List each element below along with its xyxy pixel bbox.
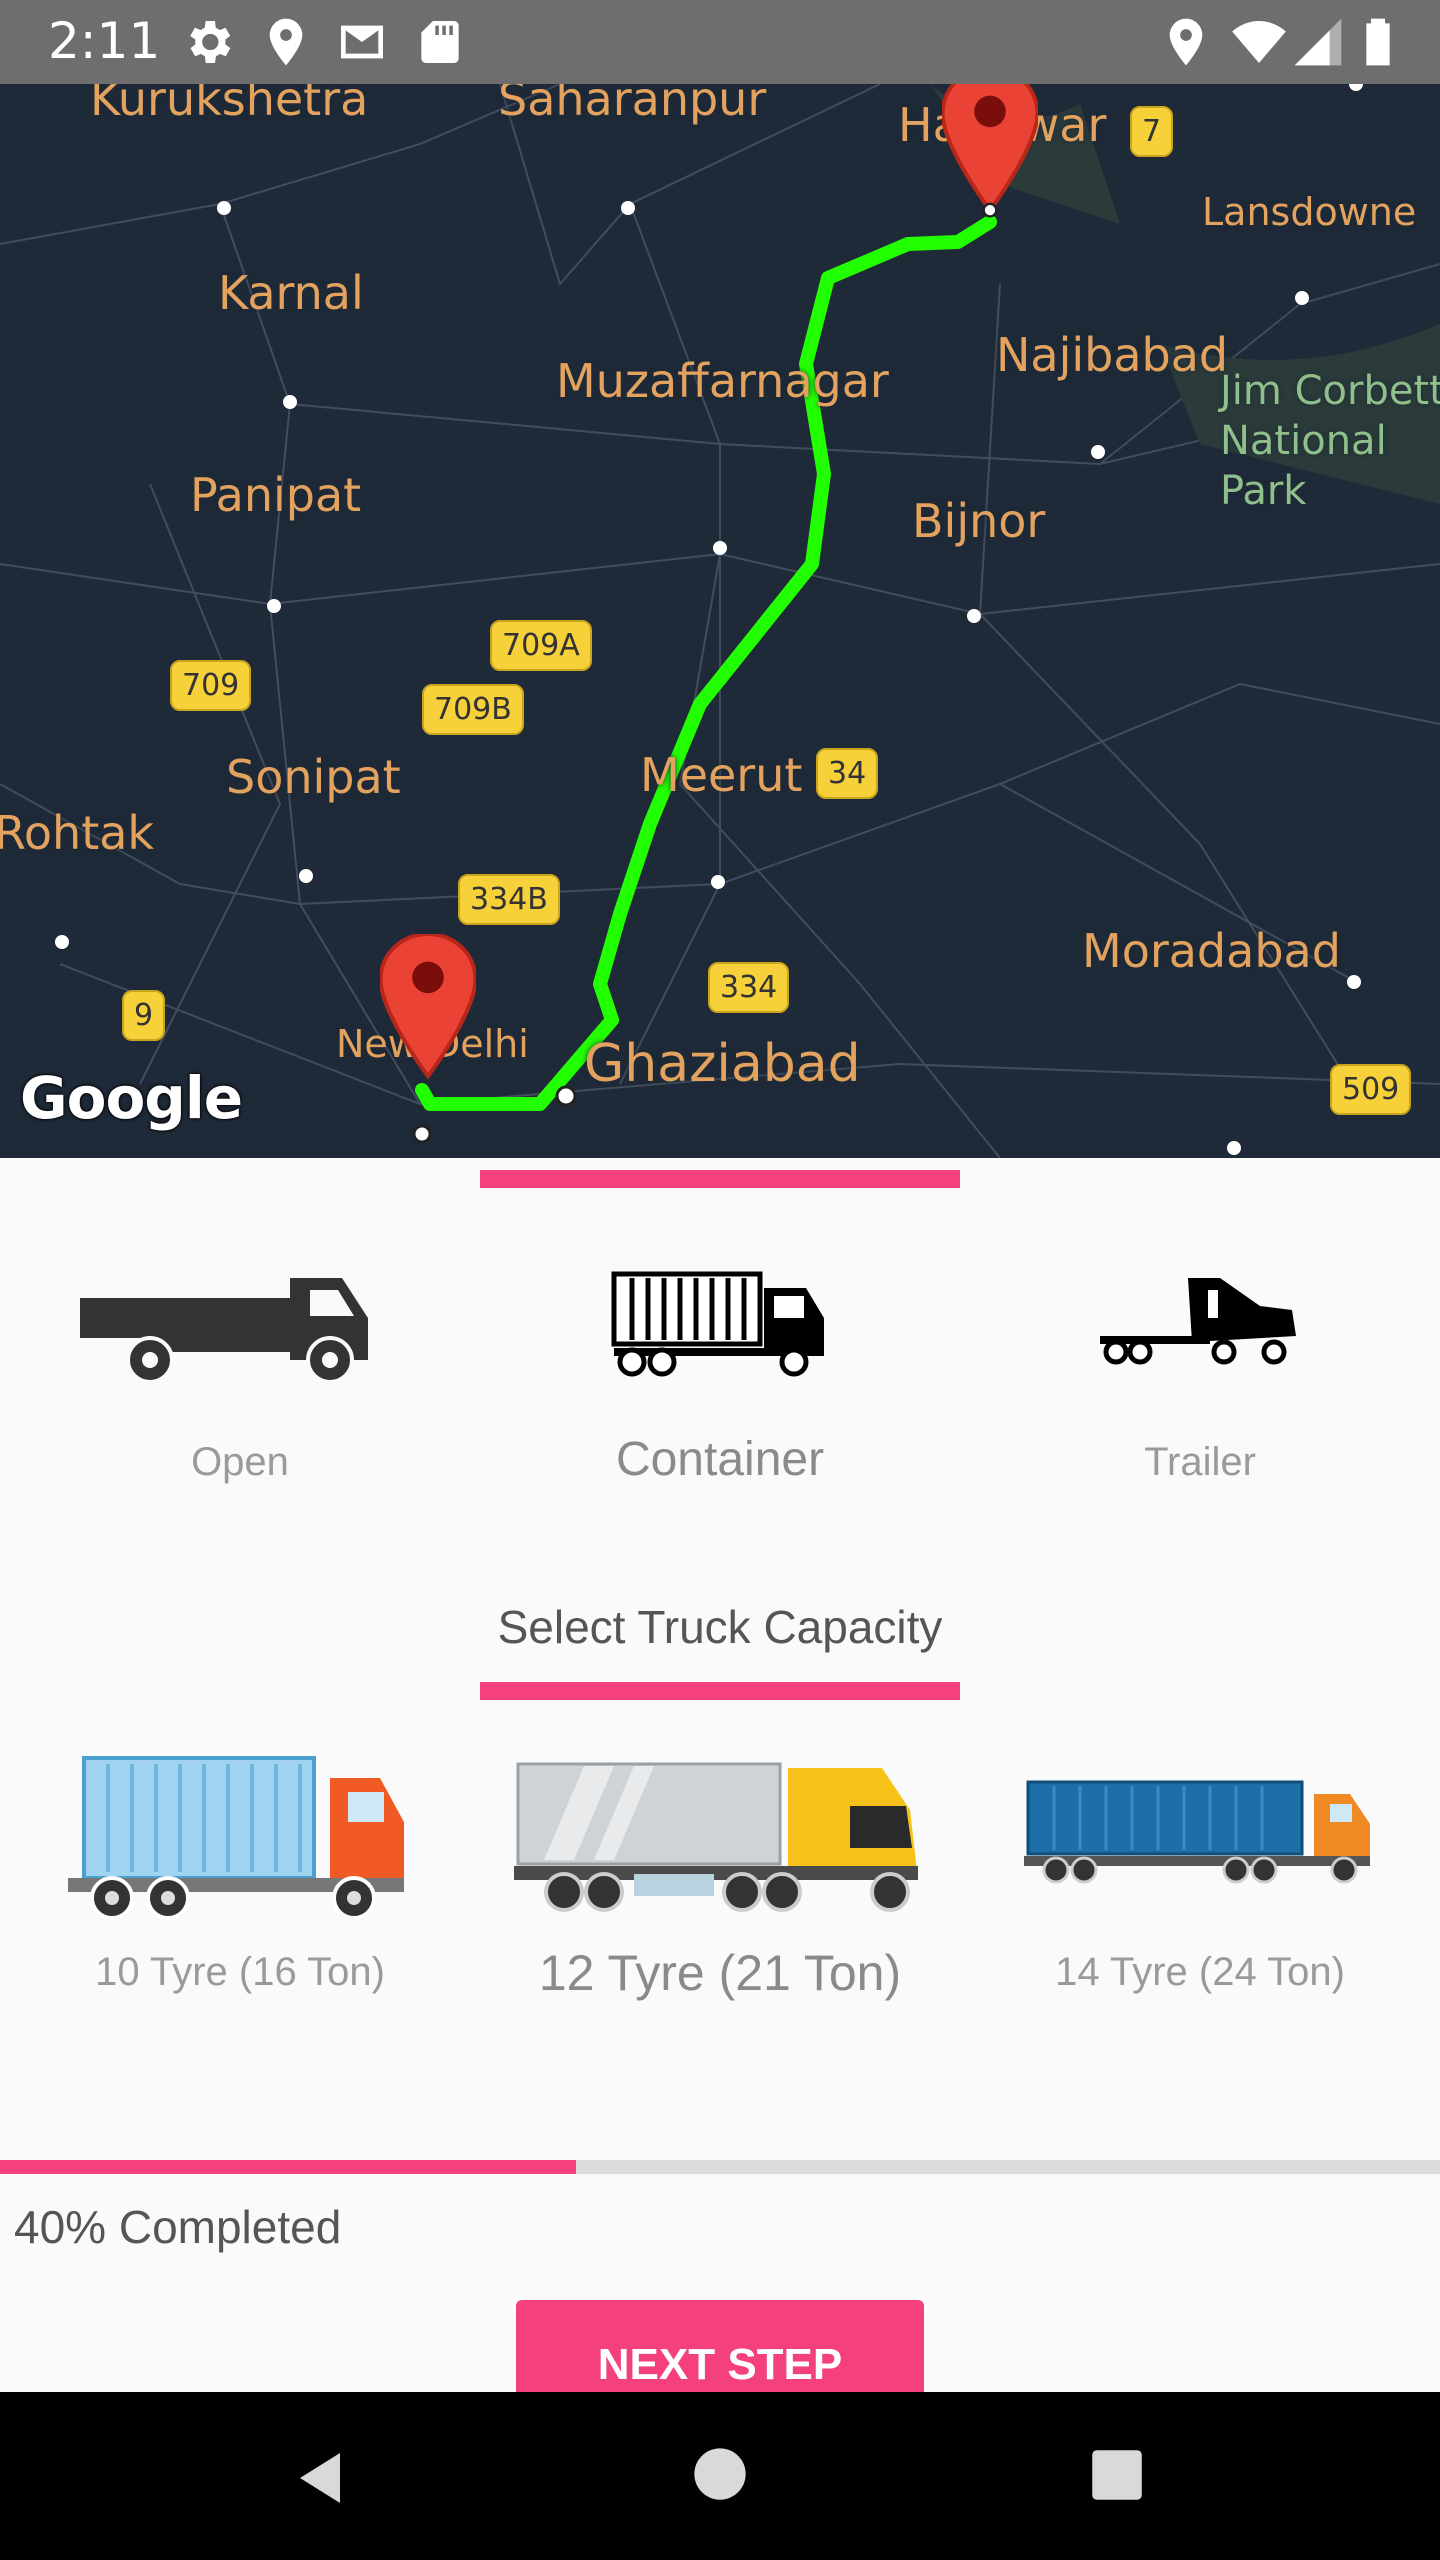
home-icon[interactable] [692, 2446, 748, 2502]
city-label: Karnal [218, 266, 364, 320]
recents-icon[interactable] [1090, 2448, 1144, 2502]
city-label: Meerut [640, 748, 803, 802]
city-label: Muzaffarnagar [556, 354, 889, 408]
origin-marker-icon[interactable] [380, 934, 476, 1084]
battery-icon [1366, 18, 1390, 66]
google-logo: Google [20, 1064, 243, 1132]
status-time: 2:11 [48, 12, 161, 70]
container-truck-icon[interactable] [610, 1268, 830, 1378]
sheet-top-indicator [480, 1170, 960, 1188]
truck-10-tyre-icon[interactable] [68, 1752, 408, 1922]
city-label: Ghaziabad [584, 1034, 861, 1094]
progress-bar [0, 2160, 1440, 2174]
destination-marker-icon[interactable] [942, 84, 1038, 218]
wifi-icon [1232, 21, 1286, 63]
city-label: Moradabad [1082, 924, 1341, 978]
city-label: Saharanpur [498, 84, 767, 126]
location-icon [1169, 18, 1203, 66]
city-label: Najibabad [996, 328, 1229, 382]
road-shield: 7 [1130, 106, 1174, 157]
progress-text: 40% Completed [14, 2201, 342, 2253]
capacity-10-tyre-label[interactable]: 10 Tyre (16 Ton) [0, 1950, 480, 1995]
trailer-truck-icon[interactable] [1100, 1276, 1300, 1372]
truck-type-trailer-label[interactable]: Trailer [960, 1440, 1440, 1485]
truck-12-tyre-icon[interactable] [514, 1760, 922, 1920]
capacity-title-underline [480, 1682, 960, 1700]
status-bar: 2:11 [0, 0, 1440, 84]
truck-type-open-label[interactable]: Open [0, 1440, 480, 1485]
navigation-bar [0, 2392, 1440, 2560]
truck-type-container-label[interactable]: Container [480, 1432, 960, 1487]
road-shield: 709 [170, 660, 252, 711]
park-label: Jim Corbett National Park [1220, 368, 1440, 514]
sd-card-icon [421, 21, 459, 63]
road-shield: 9 [122, 990, 166, 1041]
truck-14-tyre-icon[interactable] [1024, 1776, 1376, 1888]
road-shield: 34 [816, 748, 879, 799]
city-label: Panipat [190, 468, 362, 522]
city-label: Lansdowne [1202, 190, 1417, 234]
back-icon[interactable] [290, 2446, 350, 2510]
gear-icon [190, 21, 231, 63]
capacity-section-title: Select Truck Capacity [497, 1601, 943, 1653]
capacity-14-tyre-label[interactable]: 14 Tyre (24 Ton) [960, 1950, 1440, 1995]
route-map[interactable]: Kurukshetra Saharanpur Haridwar Lansdown… [0, 84, 1440, 1158]
road-shield: 334 [708, 962, 790, 1013]
road-shield: 509 [1330, 1064, 1412, 1115]
city-label: Rohtak [0, 806, 155, 860]
road-shield: 709B [422, 684, 524, 735]
city-label: Sonipat [226, 750, 401, 804]
city-label: Kurukshetra [90, 84, 369, 126]
road-shield: 709A [490, 620, 592, 671]
signal-icon [1294, 18, 1342, 66]
progress-bar-fill [0, 2160, 576, 2174]
gmail-icon [341, 25, 383, 59]
city-label: Bijnor [912, 494, 1046, 548]
open-truck-icon[interactable] [80, 1268, 370, 1388]
road-shield: 334B [458, 874, 560, 925]
capacity-12-tyre-label[interactable]: 12 Tyre (21 Ton) [480, 1944, 960, 2002]
location-icon [269, 18, 303, 66]
